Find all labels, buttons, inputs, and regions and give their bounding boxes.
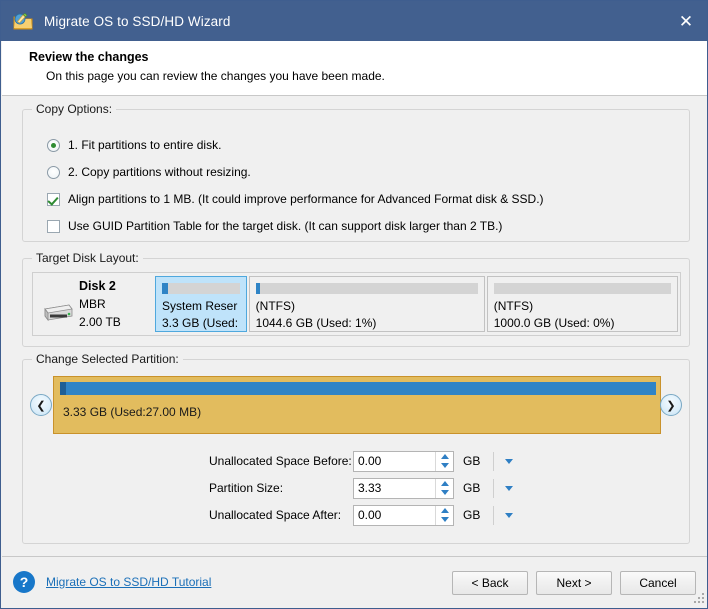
page-subtitle: On this page you can review the changes …	[46, 69, 385, 83]
disk-layout-panel: Disk 2 MBR 2.00 TB System Reser 3.3 GB (…	[32, 272, 681, 336]
radio-copy-without-resizing[interactable]	[47, 165, 60, 179]
divider	[493, 505, 494, 525]
copy-options-group: Copy Options: 1. Fit partitions to entir…	[22, 102, 690, 242]
partition-size: 1000.0 GB (Used: 0%)	[493, 316, 615, 330]
option-label: 1. Fit partitions to entire disk.	[68, 138, 222, 152]
wizard-app-icon	[12, 10, 34, 32]
spinner-up-icon[interactable]	[436, 452, 453, 462]
field-label: Unallocated Space Before:	[209, 454, 352, 468]
target-disk-layout-group: Target Disk Layout: Disk 2 MBR 2.00 TB S…	[22, 251, 690, 347]
field-unallocated-space-after: Unallocated Space After: 0.00 GB	[209, 504, 516, 526]
radio-fit-partitions[interactable]	[47, 138, 60, 152]
partition-block-ntfs-1[interactable]: (NTFS) 1044.6 GB (Used: 1%)	[248, 276, 485, 332]
divider	[493, 478, 494, 498]
option-label: Use GUID Partition Table for the target …	[68, 219, 503, 233]
copy-options-legend: Copy Options:	[32, 102, 117, 116]
wizard-window: Migrate OS to SSD/HD Wizard ✕ Review the…	[0, 0, 708, 609]
selected-partition-usage-bar	[60, 382, 656, 395]
spinner-up-icon[interactable]	[436, 479, 453, 489]
option-fit-partitions[interactable]: 1. Fit partitions to entire disk.	[47, 136, 221, 154]
unit-label: GB	[463, 508, 481, 522]
divider	[493, 451, 494, 471]
field-label: Unallocated Space After:	[209, 508, 342, 522]
spinner-buttons[interactable]	[435, 478, 453, 498]
partition-usage-bar	[255, 283, 478, 294]
unit-dropdown-icon[interactable]	[502, 485, 516, 491]
partition-label: System Reser	[162, 299, 238, 313]
unallocated-after-input[interactable]: 0.00	[353, 504, 454, 526]
unit-dropdown-icon[interactable]	[502, 512, 516, 518]
cancel-button[interactable]: Cancel	[620, 571, 696, 595]
input-value: 0.00	[358, 453, 382, 468]
chevron-right-icon[interactable]: ❯	[660, 394, 682, 416]
partition-usage-bar	[162, 283, 240, 294]
selected-partition-label: 3.33 GB (Used:27.00 MB)	[63, 405, 202, 419]
option-label: Align partitions to 1 MB. (It could impr…	[68, 192, 544, 206]
field-partition-size: Partition Size: 3.33 GB	[209, 477, 516, 499]
page-title: Review the changes	[29, 50, 149, 64]
partition-size: 3.3 GB (Used:	[162, 316, 239, 330]
disk-size: 2.00 TB	[79, 315, 121, 329]
partition-used-fill	[255, 283, 261, 294]
field-label: Partition Size:	[209, 481, 284, 495]
target-disk-layout-legend: Target Disk Layout:	[32, 251, 143, 265]
dialog-footer: ? Migrate OS to SSD/HD Tutorial < Back N…	[2, 556, 707, 608]
unit-label: GB	[463, 481, 481, 495]
checkbox-align-partitions[interactable]	[47, 192, 60, 206]
option-copy-without-resizing[interactable]: 2. Copy partitions without resizing.	[47, 163, 251, 181]
next-button[interactable]: Next >	[536, 571, 612, 595]
change-selected-partition-group: Change Selected Partition: 3.33 GB (Used…	[22, 352, 690, 544]
selected-partition-strip-wrap: 3.33 GB (Used:27.00 MB)	[53, 376, 661, 434]
unit-label: GB	[463, 454, 481, 468]
chevron-left-icon[interactable]: ❮	[30, 394, 52, 416]
disk-info: Disk 2 MBR 2.00 TB	[33, 273, 155, 335]
partition-used-fill	[162, 283, 169, 294]
spinner-down-icon[interactable]	[436, 515, 453, 525]
partition-block-ntfs-2[interactable]: (NTFS) 1000.0 GB (Used: 0%)	[486, 276, 679, 332]
input-value: 0.00	[358, 507, 382, 522]
partition-label: (NTFS)	[493, 299, 534, 313]
spinner-up-icon[interactable]	[436, 506, 453, 516]
tutorial-link[interactable]: Migrate OS to SSD/HD Tutorial	[46, 575, 211, 589]
disk-name: Disk 2	[79, 279, 116, 293]
resize-grip[interactable]	[693, 593, 705, 605]
dialog-body: Copy Options: 1. Fit partitions to entir…	[2, 97, 707, 556]
unit-dropdown-icon[interactable]	[502, 458, 516, 464]
partition-usage-bar	[493, 283, 672, 294]
spinner-buttons[interactable]	[435, 451, 453, 471]
page-header: Review the changes On this page you can …	[2, 41, 707, 96]
selected-partition-strip[interactable]: 3.33 GB (Used:27.00 MB)	[53, 376, 661, 434]
spinner-down-icon[interactable]	[436, 461, 453, 471]
change-selected-partition-legend: Change Selected Partition:	[32, 352, 183, 366]
partition-block-system-reserved[interactable]: System Reser 3.3 GB (Used:	[155, 276, 247, 332]
window-title: Migrate OS to SSD/HD Wizard	[44, 13, 231, 29]
title-bar: Migrate OS to SSD/HD Wizard ✕	[1, 1, 707, 41]
partition-size-input[interactable]: 3.33	[353, 477, 454, 499]
spinner-down-icon[interactable]	[436, 488, 453, 498]
option-label: 2. Copy partitions without resizing.	[68, 165, 251, 179]
disk-scheme: MBR	[79, 297, 106, 311]
partition-label: (NTFS)	[255, 299, 295, 313]
checkbox-use-gpt[interactable]	[47, 219, 60, 233]
input-value: 3.33	[358, 480, 382, 495]
option-use-gpt[interactable]: Use GUID Partition Table for the target …	[47, 217, 502, 235]
hard-disk-icon	[41, 303, 73, 324]
spinner-buttons[interactable]	[435, 505, 453, 525]
unallocated-before-input[interactable]: 0.00	[353, 450, 454, 472]
close-icon[interactable]: ✕	[663, 1, 707, 41]
option-align-partitions[interactable]: Align partitions to 1 MB. (It could impr…	[47, 190, 544, 208]
selected-partition-used-fill	[60, 382, 66, 395]
field-unallocated-space-before: Unallocated Space Before: 0.00 GB	[209, 450, 516, 472]
help-icon[interactable]: ?	[13, 571, 35, 593]
partition-size: 1044.6 GB (Used: 1%)	[255, 316, 377, 330]
back-button[interactable]: < Back	[452, 571, 528, 595]
